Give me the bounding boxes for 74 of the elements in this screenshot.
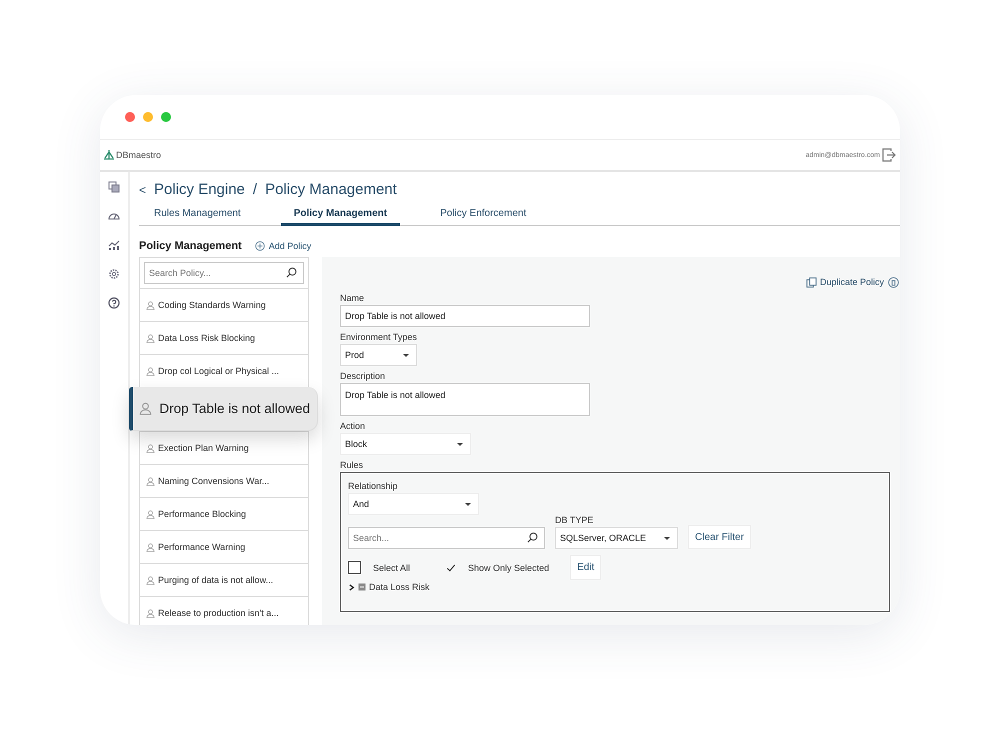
field-label: Relationship (348, 481, 399, 491)
user-icon (146, 366, 155, 376)
duplicate-policy-link[interactable]: Duplicate Policy (806, 276, 884, 288)
user-icon (146, 300, 155, 310)
breadcrumb-separator: / (252, 181, 258, 198)
policy-name: Drop col Logical or Physical ... (158, 366, 280, 376)
name-field[interactable]: Drop Table is not allowed (340, 305, 590, 327)
maximize-dot[interactable] (161, 112, 171, 122)
rules-search-field[interactable]: Search... (348, 527, 545, 549)
user-icon (146, 542, 155, 552)
field-label: Rules (340, 460, 364, 470)
plus-circle-icon (254, 241, 265, 251)
user-icon (146, 510, 155, 518)
copy-icon (806, 276, 817, 288)
settings-icon[interactable] (108, 268, 120, 280)
tab[interactable]: Rules Management (154, 203, 241, 226)
field-label: Description (340, 371, 386, 381)
policy-name: Coding Standards Warning (158, 300, 266, 310)
policy-name: Release to production isn't a... (158, 608, 279, 618)
policy-item[interactable]: Drop Table is not allowed (129, 387, 318, 431)
logout-icon[interactable] (882, 148, 896, 162)
back-link[interactable]: < (139, 182, 146, 196)
policy-name: Drop Table is not allowed (159, 401, 310, 416)
user-icon (146, 608, 155, 618)
environment-dropdown[interactable]: Prod (340, 344, 417, 366)
field-label: DB TYPE (555, 515, 594, 525)
action-dropdown[interactable]: Block (340, 433, 471, 455)
copy-icon[interactable] (108, 181, 120, 193)
db-type-dropdown[interactable]: SQLServer, ORACLE (555, 527, 678, 549)
caret-icon (457, 442, 463, 446)
policy-name: Exection Plan Warning (158, 443, 249, 453)
field-label: Action (340, 421, 366, 431)
field-label: Name (340, 293, 366, 303)
checkmark[interactable] (445, 562, 456, 573)
policy-name: Performance Blocking (158, 509, 246, 519)
breadcrumb-link[interactable]: Policy Engine (154, 181, 245, 198)
user-icon (139, 402, 152, 415)
user-icon (146, 444, 155, 452)
tab[interactable]: Policy Management (280, 203, 400, 226)
delete-icon[interactable] (888, 276, 899, 288)
checkbox-label: Select All (373, 562, 410, 572)
policy-name: Performance Warning (158, 542, 246, 552)
section-title: Policy Management (139, 240, 242, 252)
checkbox[interactable] (348, 561, 361, 574)
field-label: Environment Types (340, 332, 418, 342)
clear-filter-button[interactable]: Clear Filter (688, 525, 751, 549)
policy-name: Data Loss Risk Blocking (158, 333, 256, 343)
checkbox-label: Show Only Selected (468, 562, 550, 572)
help-icon[interactable] (108, 297, 120, 309)
add-policy-link[interactable]: Add Policy (254, 241, 312, 251)
tab[interactable]: Policy Enforcement (440, 203, 526, 226)
logo-icon (103, 149, 115, 161)
breadcrumb-current: Policy Management (265, 181, 397, 198)
user-icon (146, 334, 155, 342)
user-icon (146, 476, 155, 486)
search-field[interactable]: Search Policy... (144, 262, 304, 284)
tree-label: Data Loss Risk (369, 582, 430, 592)
user-icon (146, 576, 155, 584)
search-icon[interactable] (527, 532, 538, 543)
caret-icon (465, 502, 471, 506)
close-dot[interactable] (125, 112, 135, 122)
search-icon[interactable] (286, 267, 297, 278)
policy-name: Purging of data is not allow... (158, 575, 274, 585)
minus-box-icon[interactable] (358, 583, 366, 591)
policy-name: Naming Convensions War... (158, 476, 270, 486)
logo-text: DBmaestro (116, 150, 162, 160)
edit-button[interactable]: Edit (570, 555, 602, 580)
chart-icon[interactable] (108, 239, 120, 251)
relationship-dropdown[interactable]: And (348, 493, 479, 515)
caret-icon (403, 354, 409, 356)
description-field[interactable]: Drop Table is not allowed (340, 383, 590, 416)
minimize-dot[interactable] (143, 112, 153, 122)
caret-icon (664, 536, 670, 540)
chevron-icon[interactable] (348, 584, 355, 590)
